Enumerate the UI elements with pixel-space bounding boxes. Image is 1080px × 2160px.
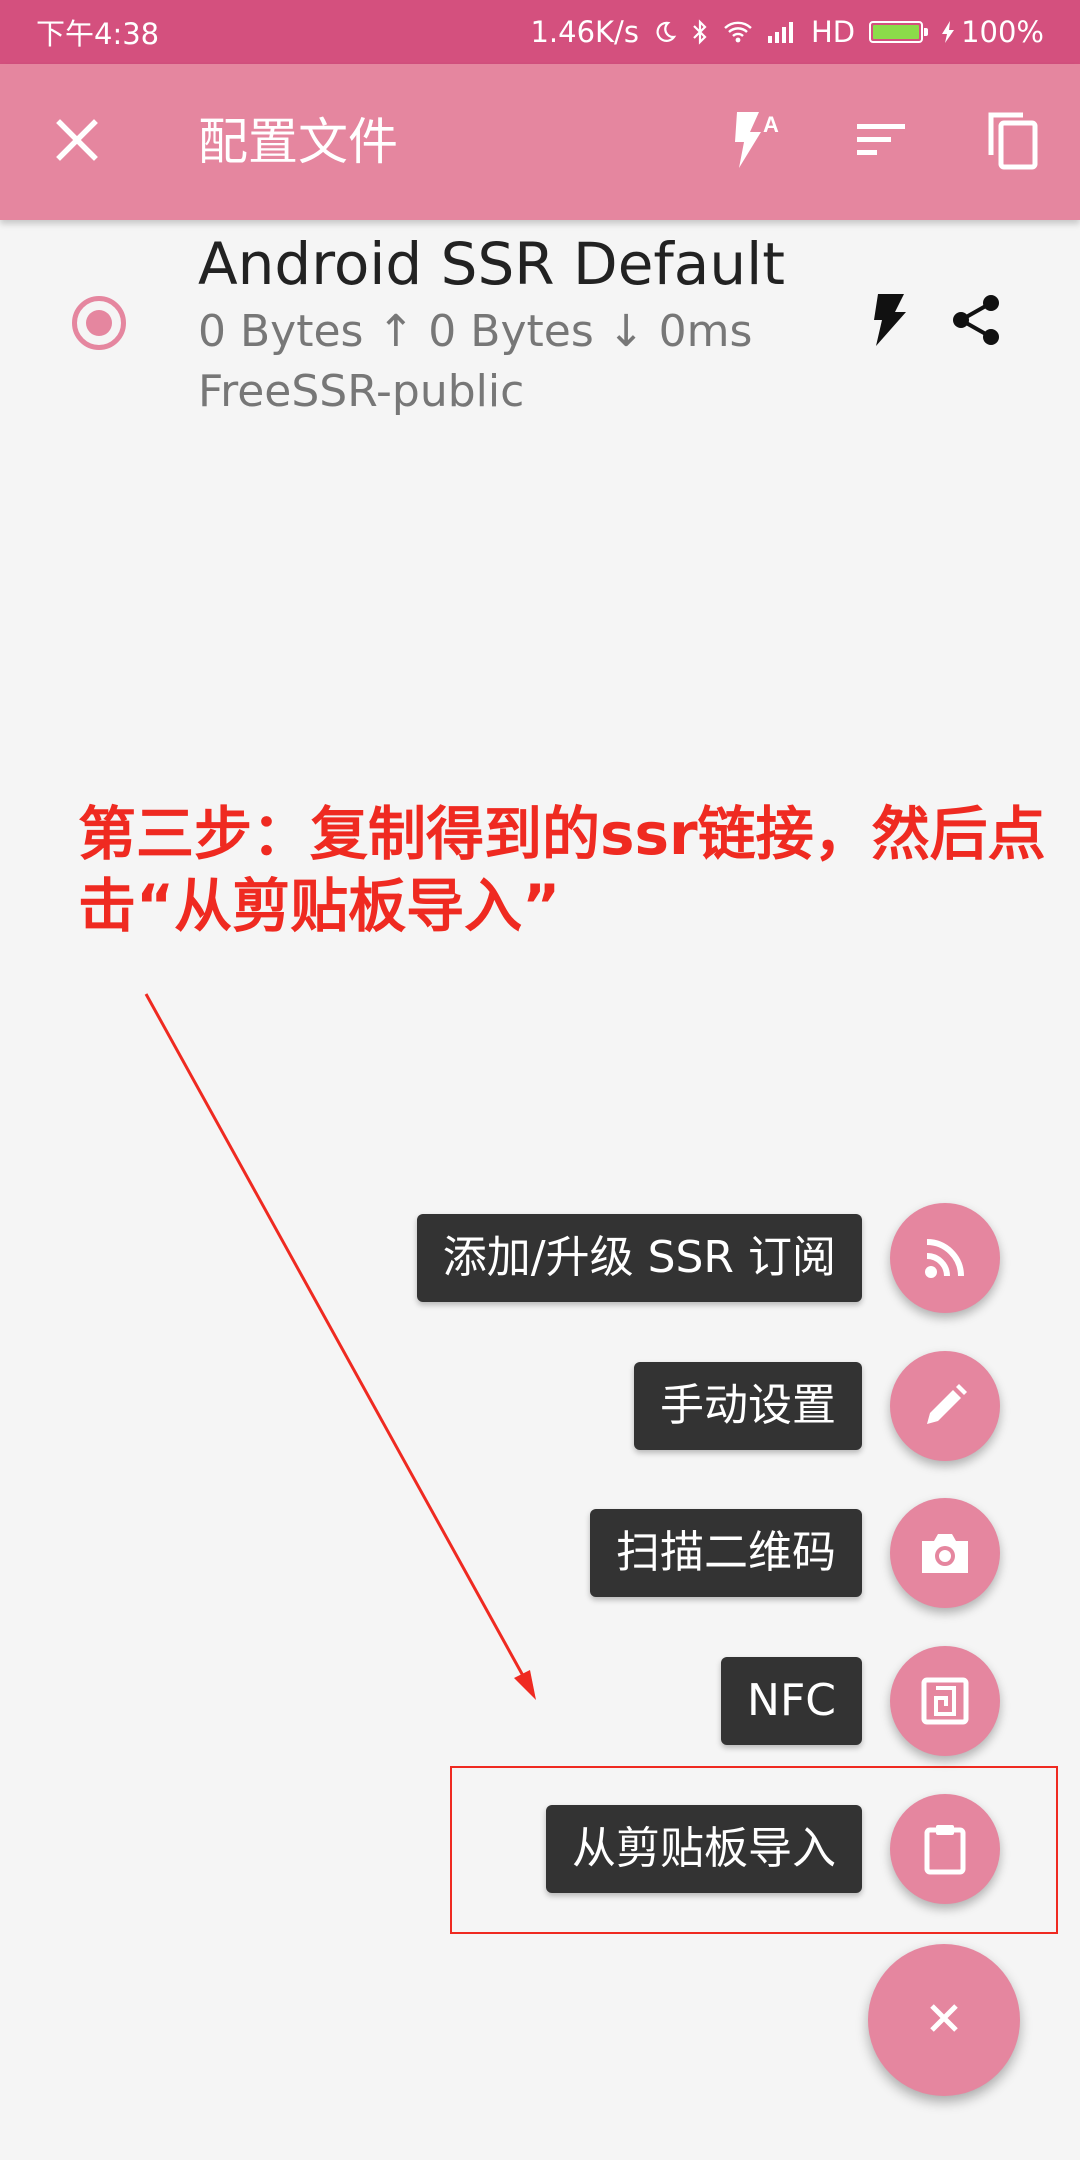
fab-label[interactable]: 扫描二维码 <box>590 1509 862 1597</box>
fab-item-manual[interactable]: 手动设置 <box>634 1351 1000 1461</box>
close-icon <box>55 118 99 166</box>
copy-button[interactable] <box>958 64 1068 220</box>
fab-item-nfc[interactable]: NFC <box>721 1646 1000 1756</box>
test-all-button[interactable]: A <box>696 64 806 220</box>
page-title: 配置文件 <box>198 113 398 171</box>
pencil-icon[interactable] <box>890 1351 1000 1461</box>
sort-button[interactable] <box>826 64 936 220</box>
camera-icon[interactable] <box>890 1498 1000 1608</box>
share-icon <box>949 293 1003 351</box>
flash-auto-icon: A <box>721 110 781 174</box>
network-type: HD <box>810 15 856 49</box>
app-toolbar: 配置文件 A <box>0 64 1080 220</box>
profile-name: Android SSR Default <box>198 230 785 298</box>
fab-item-scan-qr[interactable]: 扫描二维码 <box>590 1498 1000 1608</box>
tutorial-annotation: 第三步：复制得到的ssr链接，然后点击“从剪贴板导入” <box>78 800 1046 940</box>
sort-icon <box>855 120 907 164</box>
radio-selected-icon[interactable] <box>72 296 126 350</box>
fab-item-clipboard-import[interactable]: 从剪贴板导入 <box>546 1794 1000 1904</box>
battery-icon <box>869 21 929 43</box>
fab-close-button[interactable] <box>868 1944 1020 2096</box>
status-bar: 下午4:38 1.46K/s HD 100% <box>0 0 1080 64</box>
fab-item-subscription[interactable]: 添加/升级 SSR 订阅 <box>416 1203 1000 1313</box>
charging-icon <box>941 20 955 44</box>
share-button[interactable] <box>946 288 1006 356</box>
nfc-icon[interactable] <box>890 1646 1000 1756</box>
flash-icon <box>872 292 908 352</box>
fab-label[interactable]: 添加/升级 SSR 订阅 <box>416 1214 862 1302</box>
profile-group: FreeSSR-public <box>198 366 525 417</box>
rss-icon[interactable] <box>890 1203 1000 1313</box>
test-profile-button[interactable] <box>862 288 918 356</box>
profile-item[interactable]: Android SSR Default 0 Bytes ↑ 0 Bytes ↓ … <box>0 220 1080 430</box>
fab-label[interactable]: 手动设置 <box>634 1362 862 1450</box>
moon-icon <box>653 20 677 44</box>
fab-label[interactable]: NFC <box>721 1657 862 1745</box>
status-time: 下午4:38 <box>36 17 160 51</box>
clipboard-icon[interactable] <box>890 1794 1000 1904</box>
copy-icon <box>985 109 1041 175</box>
signal-icon <box>767 20 797 44</box>
close-button[interactable] <box>22 64 132 220</box>
wifi-icon <box>723 20 753 44</box>
svg-text:A: A <box>763 112 779 137</box>
battery-percent: 100% <box>961 15 1044 49</box>
profile-traffic-stats: 0 Bytes ↑ 0 Bytes ↓ 0ms <box>198 306 753 357</box>
net-speed: 1.46K/s <box>530 15 639 49</box>
close-icon <box>924 1998 964 2042</box>
bluetooth-icon <box>691 19 709 45</box>
fab-label[interactable]: 从剪贴板导入 <box>546 1805 862 1893</box>
